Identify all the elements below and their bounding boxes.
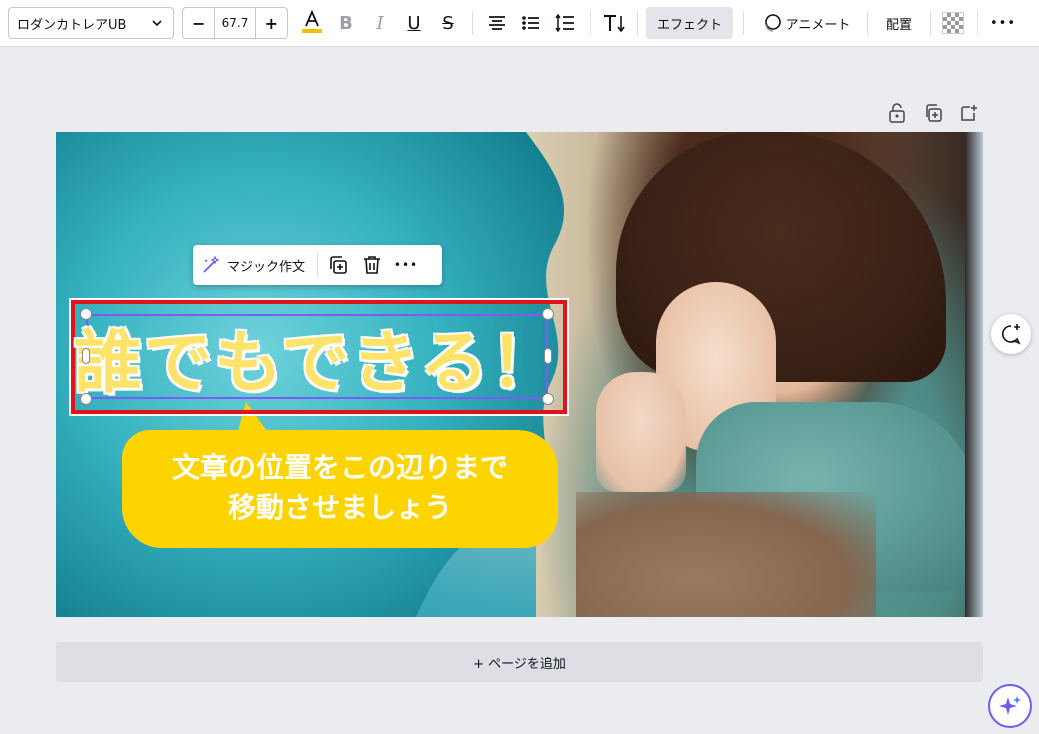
underline-button[interactable]: U [399, 8, 429, 38]
divider [743, 11, 744, 35]
underline-icon: U [407, 12, 421, 34]
magic-sparkle-icon [999, 696, 1021, 715]
duplicate-page-button[interactable] [922, 102, 944, 124]
text-color-button[interactable] [297, 8, 327, 38]
increase-font-size-button[interactable]: + [256, 8, 287, 38]
line-spacing-icon [555, 14, 574, 32]
text-direction-icon [604, 15, 625, 33]
animate-icon [764, 14, 781, 32]
design-canvas[interactable]: 文章の位置をこの辺りまで 移動させましょう 誰でもできる！ [56, 132, 983, 617]
comment-add-icon [1002, 324, 1021, 345]
animate-button[interactable]: アニメート [754, 7, 858, 39]
list-button[interactable] [516, 8, 546, 38]
divider [472, 11, 473, 35]
resize-handle-top-right[interactable] [542, 308, 554, 320]
resize-handle-bottom-right[interactable] [542, 393, 554, 405]
divider [930, 11, 931, 35]
align-center-icon [489, 16, 505, 30]
bold-icon: B [339, 12, 353, 34]
transparency-button[interactable] [942, 12, 964, 34]
more-icon: ••• [989, 15, 1016, 31]
duplicate-page-icon [926, 104, 942, 122]
text-color-icon [302, 10, 322, 33]
decrease-font-size-button[interactable]: − [183, 8, 214, 38]
resize-handle-right[interactable] [544, 348, 552, 364]
resize-handle-left[interactable] [82, 348, 90, 364]
photo-coat [576, 492, 876, 617]
resize-handle-bottom-left[interactable] [80, 393, 92, 405]
add-comment-button[interactable] [991, 314, 1031, 354]
list-icon [522, 16, 539, 30]
italic-button[interactable]: I [365, 8, 395, 38]
add-page-icon [961, 105, 977, 121]
speech-bubble-text[interactable]: 文章の位置をこの辺りまで 移動させましょう [122, 448, 558, 528]
spacing-button[interactable] [550, 8, 580, 38]
align-button[interactable] [482, 8, 512, 38]
element-context-toolbar: マジック作文 ••• [193, 245, 442, 285]
italic-icon: I [376, 12, 384, 34]
font-size-value[interactable]: 67.7 [214, 8, 256, 38]
divider [637, 11, 638, 35]
headline-text[interactable]: 誰でもできる！ [74, 314, 558, 403]
animate-label: アニメート [785, 17, 851, 33]
add-page-label: + ページを追加 [473, 656, 566, 672]
delete-button[interactable] [358, 251, 386, 279]
chevron-down-icon [152, 20, 162, 27]
more-options-button[interactable]: ••• [988, 8, 1018, 38]
duplicate-button[interactable] [324, 251, 352, 279]
top-toolbar: ロダンカトレアUB − 67.7 + B I U S エフェクト アニメート 配… [0, 0, 1039, 47]
lock-icon [889, 103, 905, 123]
text-direction-button[interactable] [599, 8, 629, 38]
divider [867, 11, 868, 35]
photo-hands [596, 372, 686, 492]
bold-button[interactable]: B [331, 8, 361, 38]
strikethrough-icon: S [442, 12, 454, 34]
bubble-line-2: 移動させましょう [227, 491, 452, 524]
lock-page-button[interactable] [886, 102, 908, 124]
arrange-button[interactable]: 配置 [878, 7, 920, 39]
resize-handle-top-left[interactable] [80, 308, 92, 320]
magic-write-button[interactable]: マジック作文 [201, 252, 319, 278]
duplicate-icon [330, 256, 347, 274]
font-family-select[interactable]: ロダンカトレアUB [8, 7, 174, 39]
photo-edge [965, 132, 983, 617]
magic-wand-icon [203, 255, 220, 273]
font-name: ロダンカトレアUB [17, 17, 127, 33]
effects-button[interactable]: エフェクト [646, 7, 733, 39]
divider [977, 11, 978, 35]
strikethrough-button[interactable]: S [433, 8, 463, 38]
add-page-button[interactable]: + ページを追加 [56, 642, 983, 682]
add-page-top-button[interactable] [958, 102, 980, 124]
bubble-line-1: 文章の位置をこの辺りまで [171, 451, 508, 484]
context-more-button[interactable]: ••• [392, 251, 420, 279]
trash-icon [364, 256, 381, 274]
divider [590, 11, 591, 35]
font-size-stepper[interactable]: − 67.7 + [182, 7, 288, 39]
magic-write-label: マジック作文 [227, 259, 306, 275]
more-icon: ••• [393, 258, 419, 272]
magic-assistant-button[interactable] [988, 684, 1032, 728]
